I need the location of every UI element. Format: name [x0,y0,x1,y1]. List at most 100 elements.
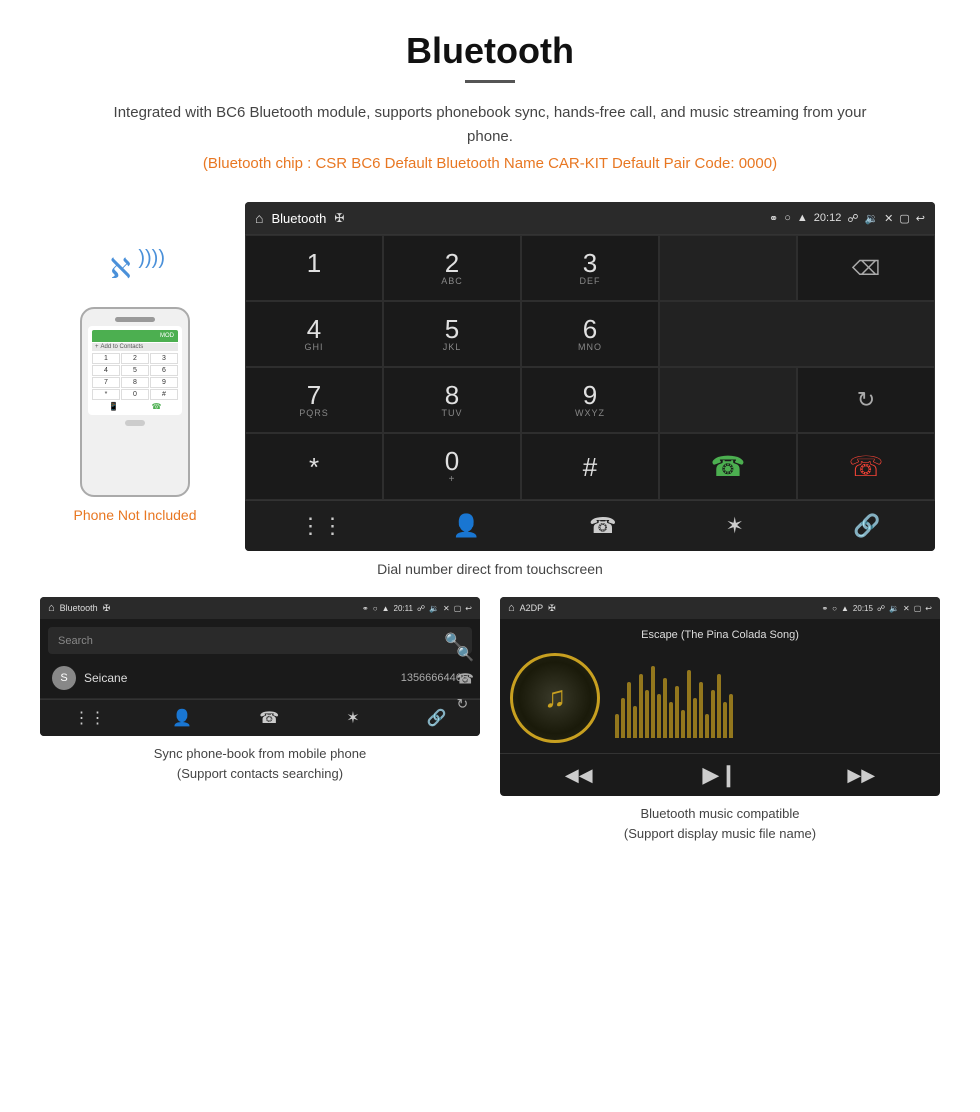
window-icon[interactable]: ▢ [899,212,909,225]
page-description: Integrated with BC6 Bluetooth module, su… [100,101,880,149]
volume-icon[interactable]: 🔉 [864,212,878,225]
music-statusbar: ⌂ A2DP ✠ ⚭ ○ ▲ 20:15 ☍ 🔉 ✕ ▢ ↩ [500,597,940,619]
ms-usb-icon: ✠ [548,603,556,614]
reload-icon: ↻ [857,387,875,413]
pb-side-search-icon[interactable]: 🔍 [457,645,474,662]
toolbar-bt-icon[interactable]: ✶ [726,513,744,539]
pb-side-phone-icon[interactable]: ☎ [457,670,474,687]
dial-key-4[interactable]: 4 GHI [245,301,383,367]
key-7-sub: PQRS [299,408,329,418]
bluetooth-icon-area: ℵ )))) [105,242,165,302]
key-8-main: 8 [445,382,459,408]
music-item: ⌂ A2DP ✠ ⚭ ○ ▲ 20:15 ☍ 🔉 ✕ ▢ ↩ E [500,597,940,843]
pb-back-icon[interactable]: ↩ [465,604,472,613]
back-icon[interactable]: ↩ [916,212,925,225]
phonebook-statusbar: ⌂ Bluetooth ✠ ⚭ ○ ▲ 20:11 ☍ 🔉 ✕ ▢ ↩ [40,597,480,619]
pb-tb-link-icon[interactable]: 🔗 [427,708,447,728]
dial-key-5[interactable]: 5 JKL [383,301,521,367]
dial-key-hash[interactable]: # [521,433,659,500]
phone-home-btn [125,420,145,426]
contact-row[interactable]: S Seicane 13566664466 [40,658,480,699]
call-red-icon: ☏ [848,450,883,483]
phone-speaker [115,317,155,322]
close-icon[interactable]: ✕ [884,212,893,225]
music-next-btn[interactable]: ▶▶ [847,765,875,786]
key-hash-main: # [583,454,597,480]
dial-key-3[interactable]: 3 DEF [521,235,659,301]
page-header: Bluetooth Integrated with BC6 Bluetooth … [0,0,980,202]
music-play-pause-btn[interactable]: ▶❙ [702,762,737,788]
toolbar-contact-icon[interactable]: 👤 [453,513,480,539]
dial-call-red[interactable]: ☏ [797,433,935,500]
dial-empty-r2c4 [659,301,935,367]
ms-camera-icon[interactable]: ☍ [877,604,885,613]
key-star-main: * [309,454,319,480]
ms-window-icon[interactable]: ▢ [914,604,922,613]
music-waveform [615,658,930,738]
statusbar-title: Bluetooth [271,211,326,226]
ms-volume-icon[interactable]: 🔉 [889,604,899,613]
phone-not-included-label: Phone Not Included [74,507,197,523]
dial-key-0[interactable]: 0 + [383,433,521,500]
dial-key-star[interactable]: * [245,433,383,500]
phone-add-contact: +Add to Contacts [92,343,178,351]
home-icon[interactable]: ⌂ [255,210,263,226]
time-display: 20:12 [814,212,842,224]
pb-volume-icon[interactable]: 🔉 [429,604,439,613]
dial-key-9[interactable]: 9 WXYZ [521,367,659,433]
music-song-title: Escape (The Pina Colada Song) [641,629,799,641]
ms-home-icon[interactable]: ⌂ [508,602,515,614]
phone-mockup: MOD +Add to Contacts 123 456 789 *0# 📱 ☎ [80,307,190,497]
key-8-sub: TUV [442,408,463,418]
pb-home-icon[interactable]: ⌂ [48,602,55,614]
pb-time: 20:11 [394,604,413,613]
signal-icon: ▲ [797,212,808,224]
key-3-sub: DEF [580,276,601,286]
pb-tb-grid-icon[interactable]: ⋮⋮ [73,708,105,728]
pb-camera-icon[interactable]: ☍ [417,604,425,613]
dial-key-6[interactable]: 6 MNO [521,301,659,367]
waveform-bars [615,658,930,738]
dial-display-empty [659,235,797,301]
phone-screen: MOD +Add to Contacts 123 456 789 *0# 📱 ☎ [88,326,182,415]
camera-icon[interactable]: ☍ [847,212,858,225]
pb-tb-bt-icon[interactable]: ✶ [346,708,359,728]
dial-key-7[interactable]: 7 PQRS [245,367,383,433]
ms-bt-icon: ⚭ [821,604,828,613]
dial-key-8[interactable]: 8 TUV [383,367,521,433]
bluetooth-icon: ℵ [110,252,131,285]
toolbar-link-icon[interactable]: 🔗 [853,513,880,539]
pb-tb-phone-icon[interactable]: ☎ [259,708,279,728]
phonebook-toolbar: ⋮⋮ 👤 ☎ ✶ 🔗 [40,699,480,736]
key-2-sub: ABC [441,276,463,286]
dial-backspace[interactable]: ⌫ [797,235,935,301]
dial-empty-r3c4 [659,367,797,433]
pb-statusbar-left: ⌂ Bluetooth ✠ [48,602,110,614]
pb-location-icon: ○ [373,604,378,613]
page-title: Bluetooth [20,30,960,72]
key-5-main: 5 [445,316,459,342]
dial-reload[interactable]: ↻ [797,367,935,433]
dial-call-green[interactable]: ☎ [659,433,797,500]
key-9-sub: WXYZ [575,408,605,418]
pb-close-icon[interactable]: ✕ [443,604,450,613]
ms-close-icon[interactable]: ✕ [903,604,910,613]
music-prev-btn[interactable]: ◀◀ [565,765,593,786]
dial-key-2[interactable]: 2 ABC [383,235,521,301]
key-7-main: 7 [307,382,321,408]
toolbar-phone-icon[interactable]: ☎ [589,513,616,539]
phone-side: ℵ )))) MOD +Add to Contacts 123 456 789 … [45,202,225,523]
phone-bottom-row: 📱 ☎ [92,402,178,411]
pb-window-icon[interactable]: ▢ [454,604,462,613]
phonebook-sidebar: 🔍 ☎ ↻ [457,645,474,712]
ms-back-icon[interactable]: ↩ [925,604,932,613]
contact-name: Seicane [84,671,401,685]
pb-side-reload-icon[interactable]: ↻ [457,695,474,712]
dial-key-1[interactable]: 1 [245,235,383,301]
contact-avatar: S [52,666,76,690]
pb-tb-contact-icon[interactable]: 👤 [172,708,192,728]
location-icon: ○ [784,212,791,224]
phonebook-search[interactable]: Search 🔍 [48,627,472,654]
phonebook-item: ⌂ Bluetooth ✠ ⚭ ○ ▲ 20:11 ☍ 🔉 ✕ ▢ ↩ [40,597,480,843]
toolbar-grid-icon[interactable]: ⋮⋮ [300,513,344,539]
